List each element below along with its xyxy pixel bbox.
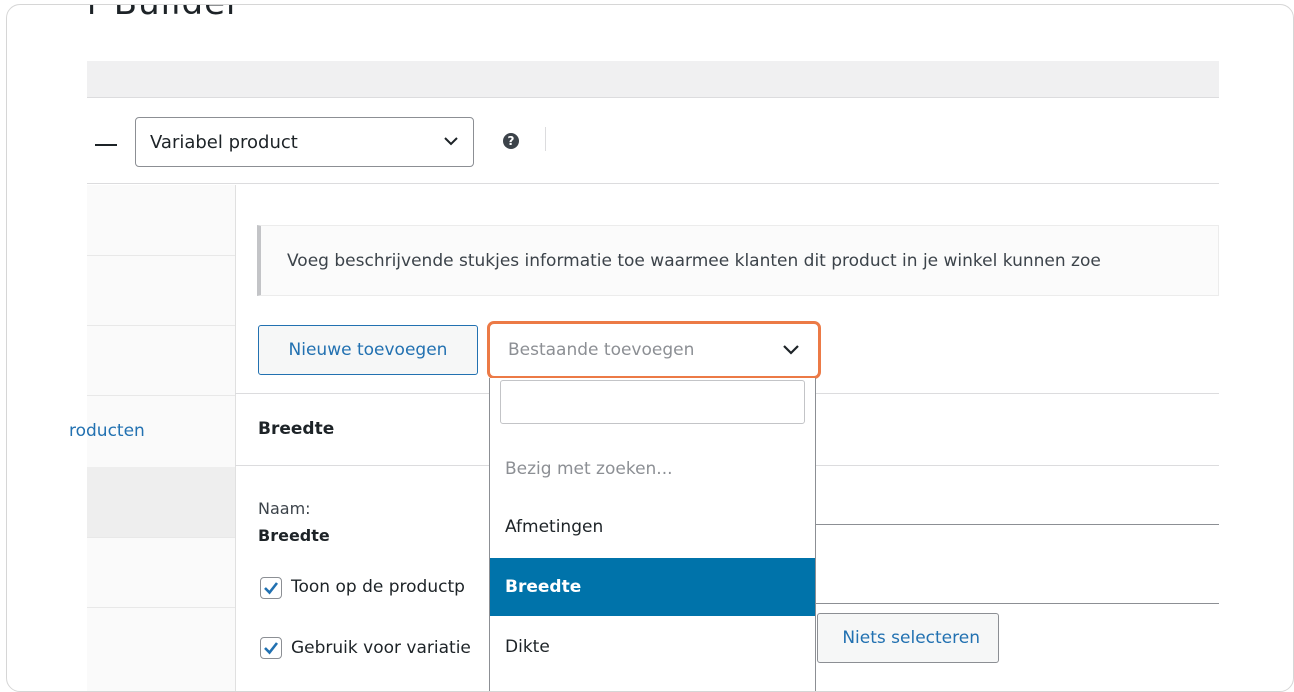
use-for-variations-checkbox[interactable] [260, 637, 282, 659]
sidebar-tab-attributes[interactable] [87, 467, 235, 538]
attributes-info-notice: Voeg beschrijvende stukjes informatie to… [257, 225, 1219, 296]
sidebar-tab[interactable] [87, 607, 235, 691]
info-text: Voeg beschrijvende stukjes informatie to… [287, 250, 1101, 271]
chevron-down-icon [783, 345, 799, 355]
attribute-name-value: Breedte [258, 526, 330, 545]
panel-top-border [87, 183, 1219, 184]
show-on-product-label: Toon op de productp [291, 577, 465, 597]
dropdown-status-text: Bezig met zoeken... [505, 459, 673, 479]
toolbar-divider [545, 127, 546, 151]
dropdown-search-input[interactable] [500, 380, 805, 424]
attribute-dropdown: Bezig met zoeken... Afmetingen Breedte D… [489, 378, 816, 691]
page-title: r Builder [87, 5, 241, 23]
attribute-name-label: Naam: [258, 499, 311, 518]
sidebar-tab[interactable] [87, 255, 235, 326]
chevron-down-icon [444, 137, 458, 146]
show-on-product-checkbox[interactable] [260, 577, 282, 599]
sidebar-tab[interactable] [87, 537, 235, 608]
product-type-value: Variabel product [150, 131, 298, 153]
product-type-select[interactable]: Variabel product [135, 117, 474, 167]
checkmark-icon [264, 642, 279, 655]
question-circle-icon[interactable]: ? [503, 133, 519, 149]
add-existing-placeholder: Bestaande toevoegen [508, 340, 695, 360]
sidebar-tab[interactable] [87, 185, 235, 256]
values-field-border [815, 524, 1219, 525]
add-new-attribute-button[interactable]: Nieuwe toevoegen [258, 325, 478, 375]
sidebar-link-linked-products[interactable]: roducten [69, 421, 145, 441]
sidebar-tab[interactable] [87, 325, 235, 396]
use-for-variations-label: Gebruik voor variatie [291, 638, 471, 658]
checkmark-icon [264, 582, 279, 595]
attribute-title[interactable]: Breedte [258, 419, 334, 439]
dropdown-option-breedte[interactable]: Breedte [490, 558, 815, 616]
title-separator-dash [95, 144, 117, 146]
toolbar-strip [87, 61, 1219, 98]
dropdown-option-dikte[interactable]: Dikte [490, 618, 815, 676]
dropdown-option-afmetingen[interactable]: Afmetingen [490, 498, 815, 556]
add-existing-attribute-select[interactable]: Bestaande toevoegen [487, 321, 821, 379]
screenshot-frame: r Builder Variabel product ? roducten Vo… [6, 4, 1294, 692]
values-field-border [815, 603, 1219, 604]
select-none-button[interactable]: Niets selecteren [817, 613, 999, 663]
